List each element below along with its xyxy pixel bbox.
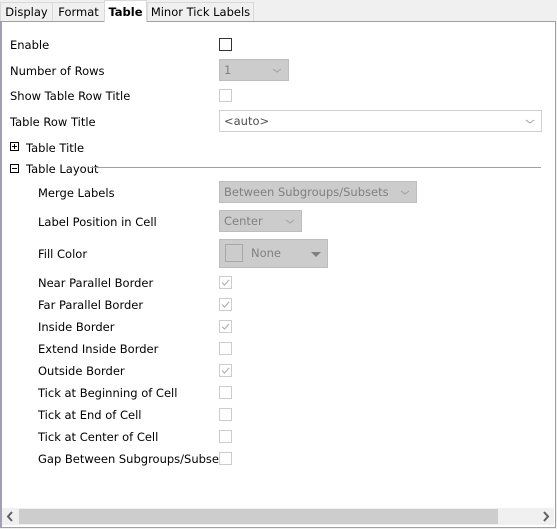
extend-inside-border-checkbox[interactable] xyxy=(219,342,232,355)
table-row-title-select[interactable]: <auto> xyxy=(219,110,542,132)
extend-inside-border-label: Extend Inside Border xyxy=(38,342,159,356)
gap-between-subgroups-subsets-label: Gap Between Subgroups/Subsets xyxy=(38,452,230,466)
scroll-right-icon[interactable] xyxy=(537,508,554,525)
table-layout-section[interactable]: Table Layout xyxy=(26,162,99,176)
table-title-section[interactable]: Table Title xyxy=(26,141,84,155)
tab-strip: Display Format Table Minor Tick Labels xyxy=(0,0,557,22)
tab-format[interactable]: Format xyxy=(52,2,105,21)
show-table-row-title-checkbox[interactable] xyxy=(219,89,232,102)
label-position-label: Label Position in Cell xyxy=(38,215,157,229)
chevron-down-icon xyxy=(400,190,410,195)
label-position-value: Center xyxy=(224,214,263,228)
collapse-minus-icon[interactable] xyxy=(10,164,19,173)
table-row-title-value: <auto> xyxy=(224,114,270,128)
dropdown-arrow-icon xyxy=(311,252,321,257)
label-position-select[interactable]: Center xyxy=(219,210,302,232)
enable-label: Enable xyxy=(10,38,50,52)
tick-at-center-of-cell-checkbox[interactable] xyxy=(219,430,232,443)
merge-labels-select[interactable]: Between Subgroups/Subsets xyxy=(219,181,417,203)
number-of-rows-select[interactable]: 1 xyxy=(219,59,289,81)
fill-color-value: None xyxy=(251,246,282,260)
merge-labels-value: Between Subgroups/Subsets xyxy=(224,185,389,199)
far-parallel-border-checkbox[interactable] xyxy=(219,298,232,311)
near-parallel-border-checkbox[interactable] xyxy=(219,276,232,289)
far-parallel-border-label: Far Parallel Border xyxy=(38,298,144,312)
tick-at-center-of-cell-label: Tick at Center of Cell xyxy=(38,430,159,444)
gap-between-subgroups-subsets-checkbox[interactable] xyxy=(219,452,232,465)
tab-display[interactable]: Display xyxy=(0,2,53,21)
near-parallel-border-label: Near Parallel Border xyxy=(38,276,154,290)
scroll-left-icon[interactable] xyxy=(2,508,19,525)
table-row-title-label: Table Row Title xyxy=(10,115,96,129)
color-swatch xyxy=(225,244,243,262)
checkmark-icon xyxy=(221,323,230,330)
tick-at-end-of-cell-checkbox[interactable] xyxy=(219,408,232,421)
chevron-down-icon xyxy=(272,68,282,73)
fill-color-picker[interactable]: None xyxy=(219,239,328,268)
scrollbar-thumb[interactable] xyxy=(19,509,498,524)
section-divider xyxy=(90,167,541,168)
merge-labels-label: Merge Labels xyxy=(38,186,115,200)
checkmark-icon xyxy=(221,279,230,286)
tab-minor-tick-labels[interactable]: Minor Tick Labels xyxy=(147,2,254,21)
tick-at-beginning-of-cell-label: Tick at Beginning of Cell xyxy=(38,386,178,400)
inside-border-checkbox[interactable] xyxy=(219,320,232,333)
tab-table[interactable]: Table xyxy=(104,0,147,22)
horizontal-scrollbar[interactable] xyxy=(2,508,554,525)
chevron-down-icon xyxy=(285,219,295,224)
number-of-rows-label: Number of Rows xyxy=(10,64,105,78)
checkmark-icon xyxy=(221,301,230,308)
chevron-down-icon xyxy=(525,119,535,124)
checkmark-icon xyxy=(221,367,230,374)
inside-border-label: Inside Border xyxy=(38,320,115,334)
tick-at-end-of-cell-label: Tick at End of Cell xyxy=(38,408,142,422)
outside-border-label: Outside Border xyxy=(38,364,125,378)
expand-plus-icon[interactable] xyxy=(10,142,19,151)
enable-checkbox[interactable] xyxy=(219,38,232,51)
tick-at-beginning-of-cell-checkbox[interactable] xyxy=(219,386,232,399)
show-table-row-title-label: Show Table Row Title xyxy=(10,89,131,103)
fill-color-label: Fill Color xyxy=(38,247,88,261)
outside-border-checkbox[interactable] xyxy=(219,364,232,377)
number-of-rows-value: 1 xyxy=(224,63,232,77)
